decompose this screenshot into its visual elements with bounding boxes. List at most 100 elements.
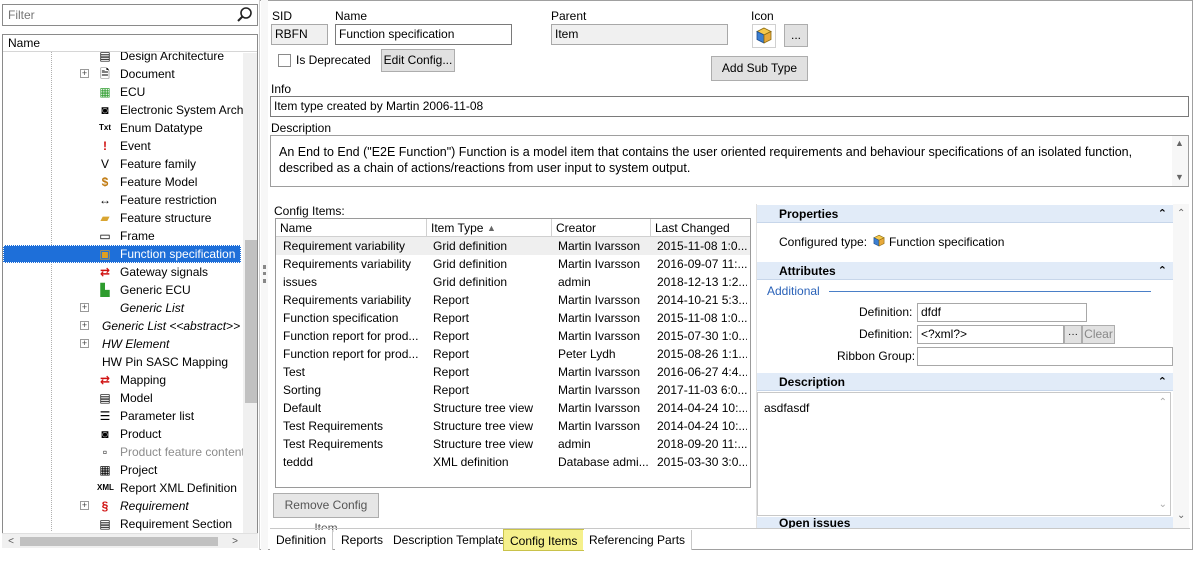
tree-item-label: Parameter list: [120, 409, 195, 423]
properties-scrollbar[interactable]: ⌃ ⌄: [1173, 204, 1189, 528]
tree-item[interactable]: + Generic List: [3, 299, 241, 317]
browse-icon-button[interactable]: ...: [784, 24, 808, 47]
filter-input[interactable]: [6, 6, 226, 24]
scroll-up-icon[interactable]: ⌃: [1159, 397, 1167, 408]
search-icon[interactable]: [236, 6, 254, 24]
definition-browse-button[interactable]: ···: [1064, 325, 1082, 344]
tree-item-label: Generic ECU: [120, 283, 191, 297]
tree-item[interactable]: ! Event: [3, 137, 241, 155]
tree-item[interactable]: Txt Enum Datatype: [3, 119, 241, 137]
tree-item[interactable]: ↔ Feature restriction: [3, 191, 241, 209]
tree-item[interactable]: ◙ Electronic System Archit: [3, 101, 249, 119]
table-row[interactable]: Requirement variability Grid definition Ma…: [276, 237, 750, 255]
tree-item[interactable]: ▙ Generic ECU: [3, 281, 241, 299]
properties-section-header[interactable]: Properties ⌃: [757, 205, 1173, 223]
tab-referencing-parts[interactable]: Referencing Parts: [583, 530, 693, 550]
table-row[interactable]: issues Grid definition admin 2018-12-13 1:2…: [276, 273, 750, 291]
tab-description-template[interactable]: Description Template: [387, 530, 512, 550]
parent-field[interactable]: Item: [551, 24, 728, 45]
collapse-icon[interactable]: ⌃: [1158, 205, 1167, 223]
table-row[interactable]: Requirements variability Grid definition M…: [276, 255, 750, 273]
tree-item[interactable]: V Feature family: [3, 155, 241, 173]
scroll-up-icon[interactable]: ⌃: [1177, 208, 1185, 219]
expand-icon[interactable]: +: [80, 69, 89, 78]
definition-field-1[interactable]: dfdf: [917, 303, 1087, 322]
tree-item[interactable]: ▤ Model: [3, 389, 241, 407]
table-row[interactable]: Function report for prod... Report Martin …: [276, 327, 750, 345]
tree-item[interactable]: ▣ Function specification: [3, 245, 241, 263]
tree-item[interactable]: ◙ Product: [3, 425, 241, 443]
tree-item[interactable]: + 🗎 Document: [3, 65, 241, 83]
tree-item[interactable]: HW Pin SASC Mapping: [3, 353, 241, 371]
table-row[interactable]: Test Requirements Structure tree view Mart…: [276, 417, 750, 435]
tree-item[interactable]: XML Report XML Definition: [3, 479, 241, 497]
tree-scroll-thumb[interactable]: [245, 240, 257, 403]
add-sub-type-button[interactable]: Add Sub Type: [711, 56, 808, 81]
description-text: An End to End ("E2E Function") Function …: [279, 145, 1133, 175]
table-row[interactable]: Function specification Report Martin Ivars…: [276, 309, 750, 327]
expand-icon[interactable]: +: [80, 321, 89, 330]
column-header-creator[interactable]: Creator: [552, 219, 651, 237]
table-row[interactable]: Sorting Report Martin Ivarsson 2017-11-03 6…: [276, 381, 750, 399]
description-section-header[interactable]: Description ⌃: [757, 373, 1173, 391]
tree-item[interactable]: ▦ ECU: [3, 83, 241, 101]
tree-item[interactable]: ▫ Product feature content: [3, 443, 245, 461]
remove-config-item-button[interactable]: Remove Config Item: [273, 493, 379, 535]
expand-icon[interactable]: +: [80, 303, 89, 312]
expand-icon[interactable]: +: [80, 339, 89, 348]
sid-field[interactable]: RBFN: [271, 24, 328, 45]
column-header-item-type[interactable]: Item Type ▲: [427, 219, 552, 237]
definition-clear-button[interactable]: Clear: [1082, 325, 1115, 344]
tree-horizontal-scrollbar[interactable]: < >: [2, 533, 258, 548]
tab-config-items[interactable]: Config Items: [503, 529, 585, 551]
collapse-icon[interactable]: ⌃: [1158, 373, 1167, 391]
tree-item[interactable]: ☰ Parameter list: [3, 407, 241, 425]
tree-item[interactable]: + HW Element: [3, 335, 241, 353]
tree-item[interactable]: + Generic List <<abstract>>: [3, 317, 241, 335]
tree-item[interactable]: ▤ Requirement Section: [3, 515, 241, 533]
tree-item[interactable]: ⇄ Gateway signals: [3, 263, 241, 281]
item-type-tree: ▤ Design Architecture + 🗎 Document ▦ ECU ◙ Elect…: [2, 34, 258, 534]
tree-item[interactable]: ▦ Project: [3, 461, 241, 479]
definition-label-1: Definition:: [859, 305, 913, 319]
table-row[interactable]: Test Report Martin Ivarsson 2016-06-27 4:4.…: [276, 363, 750, 381]
tree-item[interactable]: $ Feature Model: [3, 173, 241, 191]
scroll-down-icon[interactable]: ▼: [1175, 172, 1184, 182]
table-row[interactable]: Default Structure tree view Martin Ivarsso…: [276, 399, 750, 417]
scroll-down-icon[interactable]: ⌄: [1177, 510, 1185, 521]
description-textarea[interactable]: An End to End ("E2E Function") Function …: [270, 135, 1189, 187]
table-row[interactable]: Test Requirements Structure tree view admi…: [276, 435, 750, 453]
tree-hscroll-thumb[interactable]: [20, 537, 218, 546]
table-row[interactable]: Function report for prod... Report Peter L…: [276, 345, 750, 363]
table-row[interactable]: Requirements variability Report Martin Iva…: [276, 291, 750, 309]
tab-reports[interactable]: Reports: [335, 530, 391, 550]
splitter-grip-icon[interactable]: [263, 265, 266, 283]
edit-config-button[interactable]: Edit Config...: [381, 49, 455, 72]
table-row[interactable]: teddd XML definition Database admi... 2015-…: [276, 453, 750, 471]
scroll-left-icon[interactable]: <: [4, 534, 18, 549]
description-scrollbar[interactable]: ▲ ▼: [1172, 136, 1188, 186]
tree-vertical-scrollbar[interactable]: [243, 53, 257, 533]
tree-column-header[interactable]: Name: [3, 35, 257, 52]
column-header-last-changed[interactable]: Last Changed: [651, 219, 750, 237]
column-header-name[interactable]: Name: [276, 219, 427, 237]
scroll-down-icon[interactable]: ⌄: [1159, 499, 1167, 510]
tree-item[interactable]: + § Requirement: [3, 497, 241, 515]
configured-type-label: Configured type:: [779, 235, 868, 249]
tab-definition[interactable]: Definition: [270, 530, 334, 550]
scroll-right-icon[interactable]: >: [228, 534, 242, 549]
ribbon-group-field[interactable]: [917, 347, 1173, 366]
properties-description-textarea[interactable]: asdfasdf ⌃ ⌄: [757, 392, 1171, 516]
tree-item-label: Mapping: [120, 373, 167, 387]
definition-field-2[interactable]: <?xml?>: [917, 325, 1064, 344]
tree-item[interactable]: ▰ Feature structure: [3, 209, 241, 227]
expand-icon[interactable]: +: [80, 501, 89, 510]
info-field[interactable]: Item type created by Martin 2006-11-08: [270, 96, 1189, 117]
collapse-icon[interactable]: ⌃: [1158, 262, 1167, 280]
tree-item[interactable]: ⇄ Mapping: [3, 371, 241, 389]
attributes-section-header[interactable]: Attributes ⌃: [757, 262, 1173, 280]
tree-item[interactable]: ▭ Frame: [3, 227, 241, 245]
name-field[interactable]: Function specification: [335, 24, 512, 45]
scroll-up-icon[interactable]: ▲: [1175, 138, 1184, 148]
deprecated-checkbox[interactable]: [278, 54, 291, 67]
